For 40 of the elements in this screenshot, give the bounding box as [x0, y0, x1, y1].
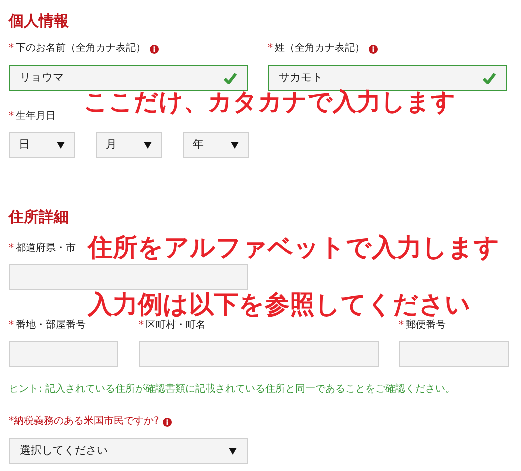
info-icon[interactable] [369, 44, 378, 54]
dropdown[interactable]: 日 [9, 132, 75, 158]
text-field[interactable] [9, 264, 248, 290]
dropdown[interactable]: 選択してください [9, 438, 248, 464]
field-label: 生年月日 [16, 112, 56, 122]
text-field[interactable]: リョウマ [9, 65, 248, 91]
annotation-text: 入力例は以下を参照してください [88, 292, 472, 317]
required-mark: * [9, 44, 14, 54]
dropdown[interactable]: 月 [96, 132, 162, 158]
field-label: 下のお名前（全角カナ表記） [16, 44, 146, 54]
field-label: 区町村・町名 [146, 321, 206, 331]
check-icon [483, 72, 496, 84]
field-label: 姓（全角カナ表記） [275, 44, 365, 54]
required-mark: * [268, 44, 273, 54]
text-field[interactable] [139, 341, 379, 367]
caret-icon [231, 142, 239, 148]
section-title: 住所詳細 [9, 210, 70, 225]
required-mark: * [9, 244, 14, 254]
check-icon [224, 72, 237, 84]
field-label: 番地・部屋番号 [16, 321, 86, 331]
required-mark: * [9, 112, 14, 122]
text-field[interactable]: サカモト [268, 65, 507, 91]
text-field[interactable] [399, 341, 509, 367]
text-field[interactable] [9, 341, 118, 367]
required-mark: * [399, 321, 404, 331]
caret-icon [229, 448, 237, 454]
section-title: 個人情報 [9, 14, 70, 29]
info-icon[interactable] [163, 418, 172, 426]
dropdown[interactable]: 年 [183, 132, 249, 158]
question-label: *納税義務のある米国市民ですか? [9, 417, 160, 427]
annotation-text: 住所をアルファベットで入力します [88, 235, 500, 260]
required-mark: * [9, 321, 14, 331]
hint-text: ヒント: 記入されている住所が確認書類に記載されている住所と同一であることをご確認ください。 [9, 385, 457, 395]
caret-icon [57, 142, 65, 148]
required-mark: * [139, 321, 144, 331]
annotation-text: ここだけ、カタカナで入力します [84, 90, 456, 114]
field-label: 都道府県・市 [16, 244, 76, 254]
field-label: 郵便番号 [406, 321, 446, 331]
caret-icon [144, 142, 152, 148]
info-icon[interactable] [150, 44, 159, 54]
